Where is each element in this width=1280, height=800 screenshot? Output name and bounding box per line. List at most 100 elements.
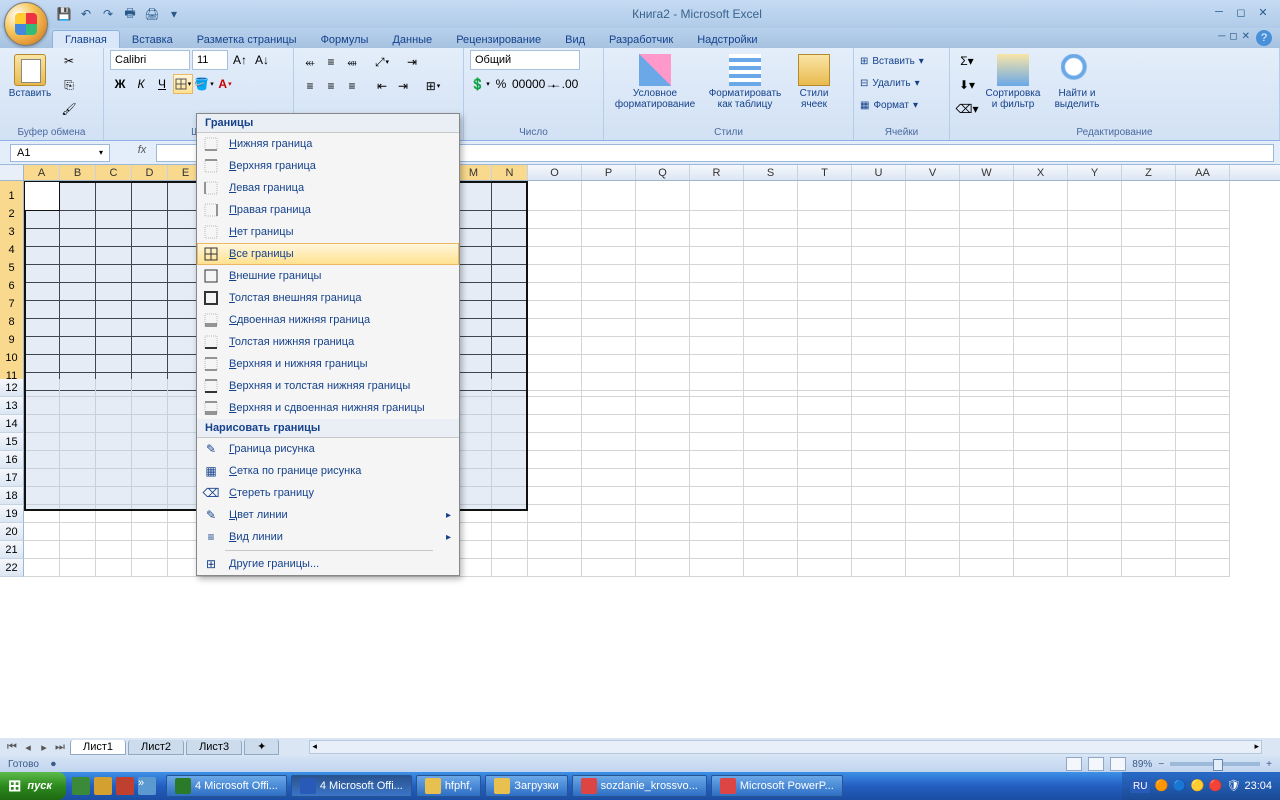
cell[interactable]	[60, 541, 96, 559]
cell[interactable]	[1014, 379, 1068, 397]
format-table-button[interactable]: Форматировать как таблицу	[704, 50, 786, 110]
cell[interactable]	[1176, 379, 1230, 397]
cell[interactable]	[798, 505, 852, 523]
border-menu-left[interactable]: Левая граница	[197, 177, 459, 199]
cell[interactable]	[636, 379, 690, 397]
cell[interactable]	[1014, 397, 1068, 415]
cell[interactable]	[852, 505, 906, 523]
dec-decimal[interactable]: ←.00	[554, 74, 574, 94]
cell[interactable]	[852, 487, 906, 505]
cell[interactable]	[852, 415, 906, 433]
tray-icon-5[interactable]: 🛡	[1226, 779, 1240, 793]
cell[interactable]	[1122, 559, 1176, 577]
border-menu-thickbottom[interactable]: Толстая нижняя граница	[197, 331, 459, 353]
border-menu-outer[interactable]: Внешние границы	[197, 265, 459, 287]
cell[interactable]	[744, 469, 798, 487]
cell[interactable]	[1122, 469, 1176, 487]
cell[interactable]	[456, 487, 492, 505]
cell[interactable]	[1122, 397, 1176, 415]
cells-format[interactable]: ▦ Формат ▾	[860, 94, 918, 116]
cell[interactable]	[960, 379, 1014, 397]
taskbar-button-3[interactable]: Загрузки	[485, 775, 567, 797]
cell[interactable]	[906, 559, 960, 577]
cell[interactable]	[456, 397, 492, 415]
col-header-N[interactable]: N	[492, 165, 528, 180]
cell[interactable]	[636, 487, 690, 505]
cell[interactable]	[1014, 415, 1068, 433]
row-header-19[interactable]: 19	[0, 505, 24, 523]
cell[interactable]	[798, 451, 852, 469]
qat-redo[interactable]: ↷	[98, 4, 118, 24]
cell[interactable]	[744, 541, 798, 559]
ribbon-tab-6[interactable]: Вид	[553, 31, 597, 48]
grow-font-button[interactable]: A↑	[230, 50, 250, 70]
align-bottom[interactable]: ⬵	[342, 52, 362, 72]
cell[interactable]	[636, 541, 690, 559]
horizontal-scrollbar[interactable]	[309, 740, 1262, 754]
cell[interactable]	[492, 397, 528, 415]
cell[interactable]	[798, 397, 852, 415]
ql-3[interactable]	[116, 777, 134, 795]
cell[interactable]	[744, 433, 798, 451]
ql-4[interactable]: »	[138, 777, 156, 795]
shrink-font-button[interactable]: A↓	[252, 50, 272, 70]
cell[interactable]	[60, 487, 96, 505]
cell[interactable]	[528, 541, 582, 559]
cell[interactable]	[960, 487, 1014, 505]
view-layout[interactable]	[1088, 757, 1104, 771]
cell[interactable]	[1014, 541, 1068, 559]
cell[interactable]	[96, 487, 132, 505]
cell[interactable]	[906, 487, 960, 505]
cell[interactable]	[582, 415, 636, 433]
taskbar-button-5[interactable]: Microsoft PowerP...	[711, 775, 843, 797]
cell[interactable]	[1068, 469, 1122, 487]
align-middle[interactable]: ≡	[321, 52, 341, 72]
cell[interactable]	[960, 523, 1014, 541]
tray-icon-1[interactable]: 🟠	[1154, 779, 1168, 793]
border-menu-color[interactable]: ✎Цвет линии	[197, 504, 459, 526]
border-menu-bottom[interactable]: Нижняя граница	[197, 133, 459, 155]
cell[interactable]	[582, 505, 636, 523]
cell[interactable]	[636, 505, 690, 523]
cell[interactable]	[636, 433, 690, 451]
cell[interactable]	[492, 379, 528, 397]
font-name-combo[interactable]	[110, 50, 190, 70]
cell[interactable]	[582, 397, 636, 415]
clock[interactable]: 23:04	[1244, 780, 1272, 792]
cell-styles-button[interactable]: Стили ячеек	[790, 50, 838, 110]
cell[interactable]	[906, 379, 960, 397]
cell[interactable]	[132, 523, 168, 541]
col-header-Q[interactable]: Q	[636, 165, 690, 180]
col-header-U[interactable]: U	[852, 165, 906, 180]
orientation[interactable]: ⤢	[372, 52, 392, 72]
cell[interactable]	[1014, 451, 1068, 469]
sheet-nav-prev[interactable]: ◂	[20, 741, 36, 754]
cell[interactable]	[1068, 541, 1122, 559]
border-menu-draw[interactable]: ✎Граница рисунка	[197, 438, 459, 460]
cell[interactable]	[852, 433, 906, 451]
cell[interactable]	[798, 523, 852, 541]
cell[interactable]	[636, 469, 690, 487]
zoom-value[interactable]: 89%	[1132, 759, 1152, 770]
cell[interactable]	[852, 451, 906, 469]
merge-center[interactable]: ⊞	[423, 76, 443, 96]
cell[interactable]	[636, 415, 690, 433]
cell[interactable]	[1068, 559, 1122, 577]
cell[interactable]	[690, 451, 744, 469]
cell[interactable]	[1014, 523, 1068, 541]
cell[interactable]	[852, 523, 906, 541]
cell[interactable]	[1122, 523, 1176, 541]
sheet-nav-last[interactable]: ⏭	[52, 741, 68, 754]
cell[interactable]	[960, 415, 1014, 433]
zoom-slider[interactable]	[1170, 762, 1260, 766]
cell[interactable]	[1122, 451, 1176, 469]
office-button[interactable]	[4, 2, 48, 46]
cell[interactable]	[456, 559, 492, 577]
cell[interactable]	[960, 541, 1014, 559]
border-menu-top[interactable]: Верхняя граница	[197, 155, 459, 177]
zoom-in[interactable]: +	[1266, 759, 1272, 770]
cell[interactable]	[1176, 397, 1230, 415]
cell[interactable]	[1068, 523, 1122, 541]
cell[interactable]	[96, 451, 132, 469]
indent-decrease[interactable]: ⇤	[372, 76, 392, 96]
